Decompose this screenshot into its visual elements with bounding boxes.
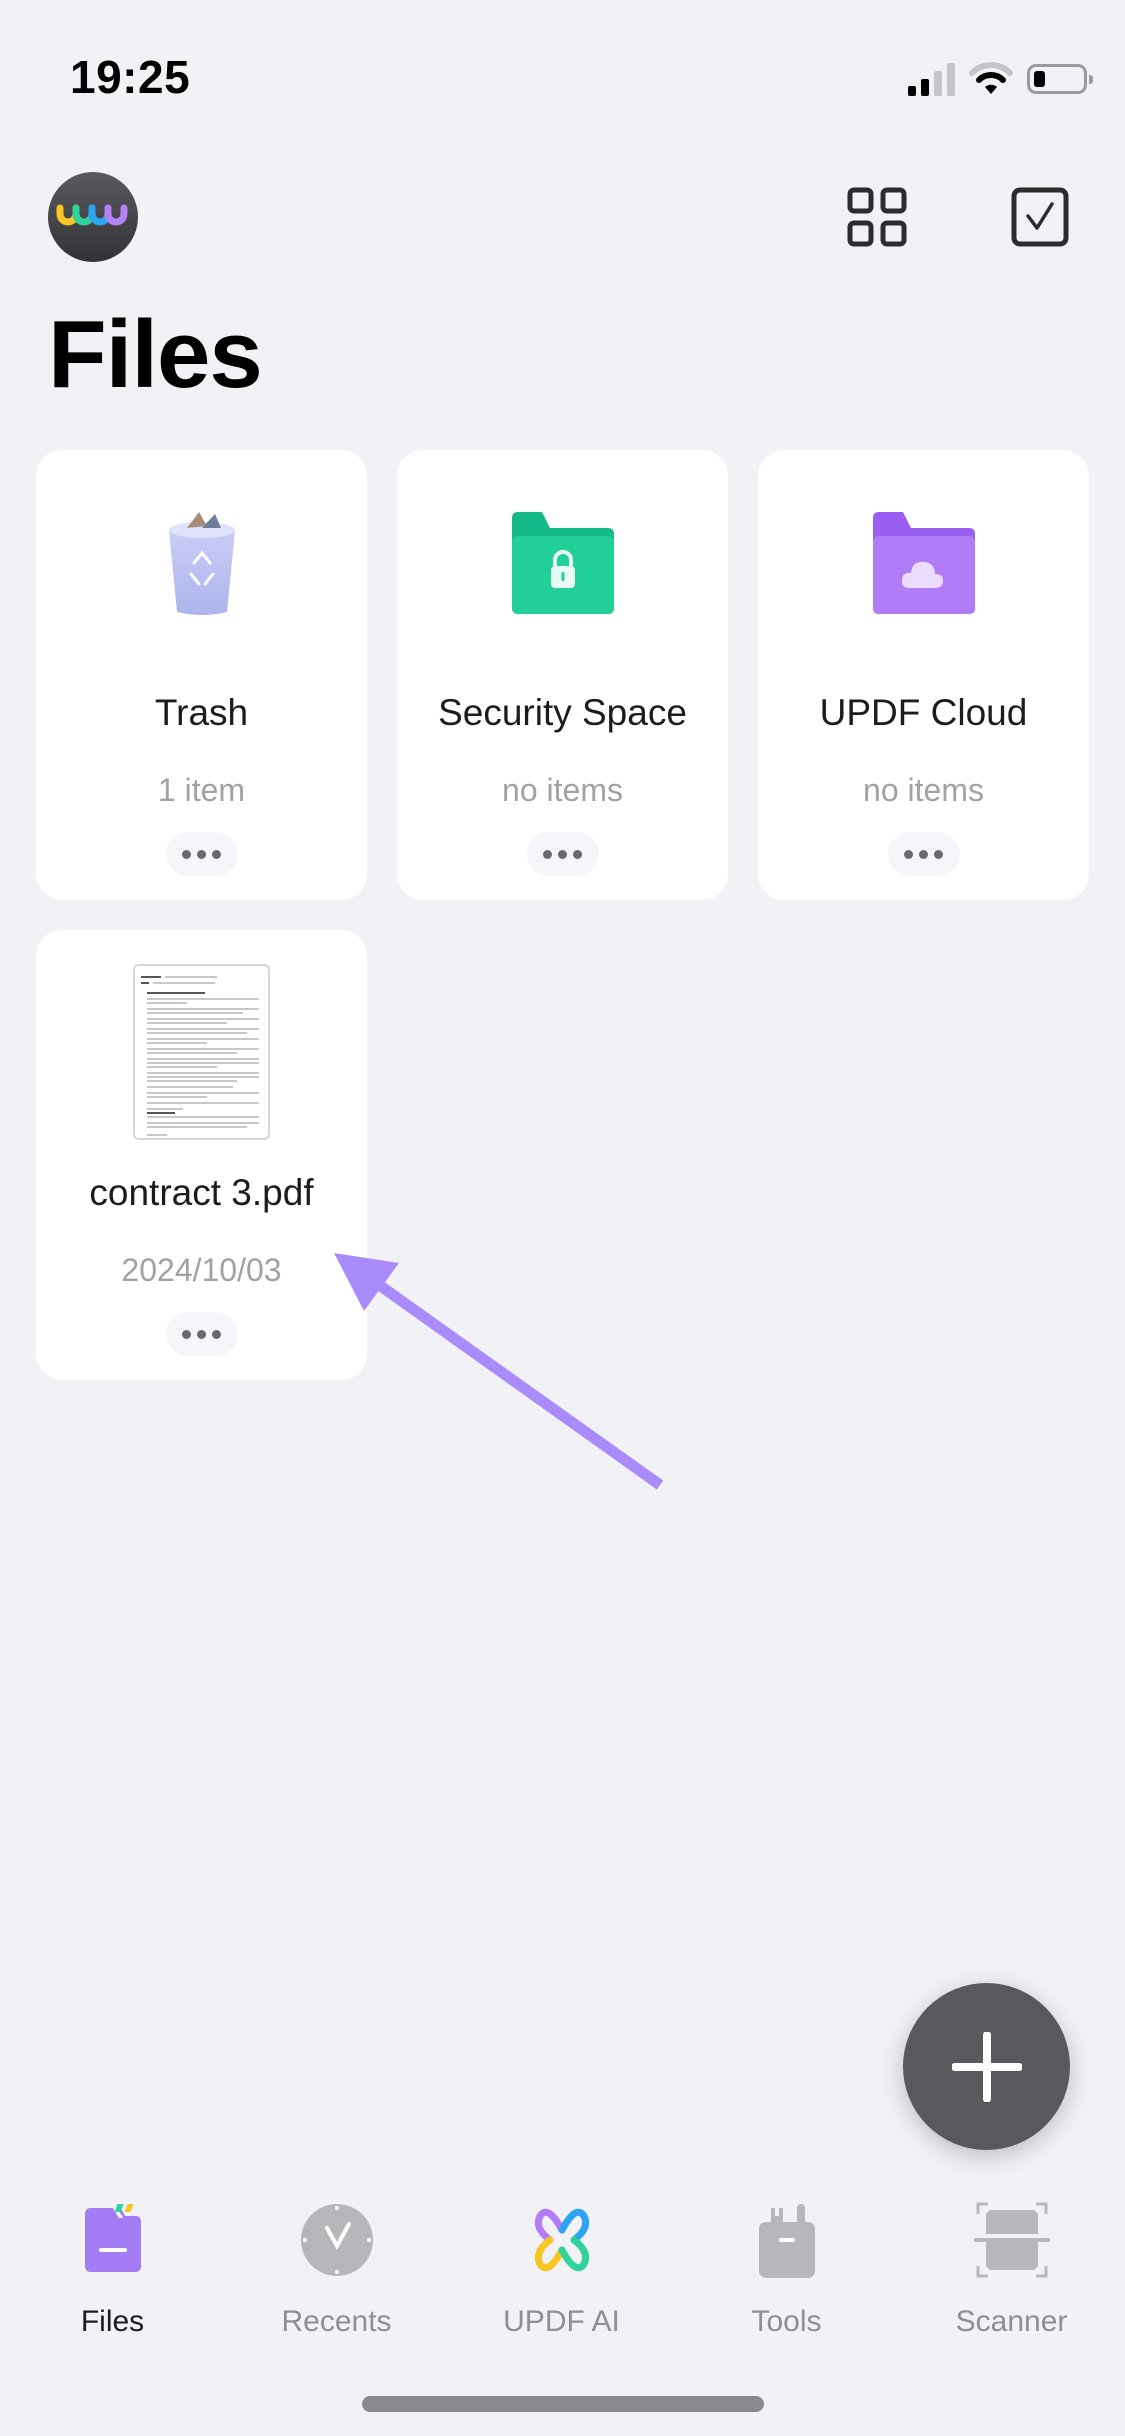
dot-icon [573, 849, 582, 859]
cellular-signal-icon [908, 62, 955, 96]
wifi-icon [969, 62, 1013, 94]
grid-view-icon [847, 187, 907, 247]
updf-logo-icon [56, 204, 128, 226]
files-folder-icon [84, 2204, 141, 2272]
folder-item-count: no items [863, 772, 984, 808]
dot-icon [558, 849, 567, 859]
dot-icon [182, 849, 191, 859]
folder-card-updf-cloud[interactable]: UPDF Cloud no items [758, 450, 1089, 900]
folder-item-count: no items [502, 772, 623, 808]
more-options-button[interactable] [526, 832, 599, 876]
tab-updf-ai[interactable]: UPDF AI [449, 2200, 674, 2339]
more-options-button[interactable] [887, 832, 960, 876]
home-indicator[interactable] [362, 2396, 764, 2412]
more-options-button[interactable] [165, 832, 238, 876]
file-card[interactable]: contract 3.pdf 2024/10/03 [36, 930, 367, 1380]
add-button[interactable] [903, 1983, 1070, 2150]
dot-icon [197, 849, 206, 859]
status-icons [908, 62, 1093, 96]
tab-label: UPDF AI [503, 2305, 620, 2338]
grid-view-button[interactable] [846, 186, 908, 248]
avatar[interactable] [48, 172, 138, 262]
cloud-folder-icon [872, 512, 975, 614]
tab-label: Recents [281, 2305, 392, 2338]
toolbox-icon [758, 2204, 815, 2278]
trash-bin-icon [168, 512, 235, 615]
select-button[interactable] [1010, 186, 1072, 248]
folder-name: Trash [154, 692, 249, 733]
tab-label: Tools [751, 2305, 822, 2338]
tab-files[interactable]: Files [0, 2200, 225, 2339]
locked-folder-icon [511, 512, 614, 614]
dot-icon [904, 849, 913, 859]
tab-label: Files [80, 2305, 145, 2338]
file-date: 2024/10/03 [121, 1252, 282, 1288]
folder-name: Security Space [438, 692, 687, 733]
more-options-button[interactable] [165, 1312, 238, 1356]
page-title: Files [48, 301, 263, 408]
file-name: contract 3.pdf [89, 1172, 314, 1213]
folder-name: UPDF Cloud [819, 692, 1028, 733]
battery-low-icon [1027, 64, 1093, 94]
status-time: 19:25 [70, 51, 191, 103]
clock-icon [300, 2204, 373, 2276]
dot-icon [919, 849, 928, 859]
folder-card-trash[interactable]: Trash 1 item [36, 450, 367, 900]
folder-item-count: 1 item [157, 772, 246, 808]
tab-tools[interactable]: Tools [674, 2200, 899, 2339]
plus-icon [951, 2031, 1022, 2102]
pdf-thumbnail [133, 964, 270, 1140]
dot-icon [934, 849, 943, 859]
checkbox-select-icon [1011, 187, 1069, 247]
tab-label: Scanner [955, 2305, 1068, 2338]
tab-recents[interactable]: Recents [224, 2200, 449, 2339]
dot-icon [197, 1329, 206, 1339]
tab-scanner[interactable]: Scanner [899, 2200, 1124, 2339]
scanner-icon [973, 2202, 1050, 2278]
dot-icon [212, 849, 221, 859]
dot-icon [543, 849, 552, 859]
folder-card-security-space[interactable]: Security Space no items [397, 450, 728, 900]
dot-icon [182, 1329, 191, 1339]
dot-icon [212, 1329, 221, 1339]
updf-ai-icon [534, 2208, 589, 2272]
